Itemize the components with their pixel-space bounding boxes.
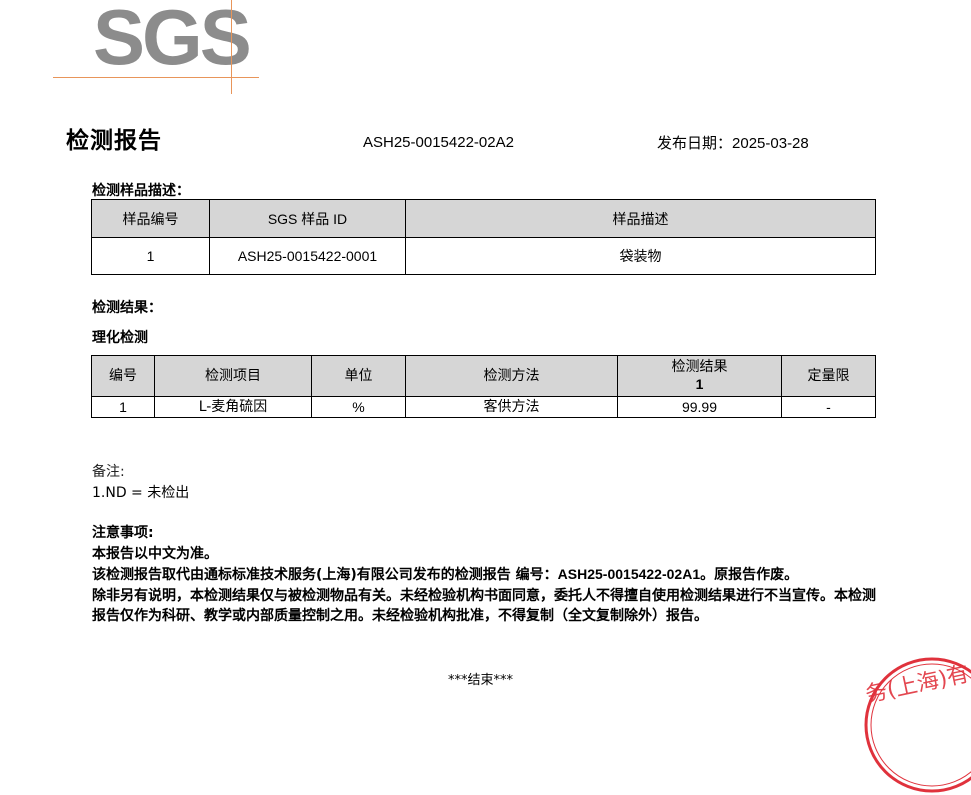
table-cell: 1 <box>91 237 210 275</box>
result-sample-index: 1 <box>695 375 704 392</box>
attention-line2-prefix: 该检测报告取代由通标标准技术服务(上海)有限公司发布的检测报告 编号： <box>92 567 558 583</box>
table-cell: 1 <box>91 396 155 418</box>
sample-section-label: 检测样品描述： <box>92 183 190 199</box>
logo-vertical-line <box>231 0 232 94</box>
sample-table: 样品编号 SGS 样品 ID 样品描述 1 ASH25-0015422-0001… <box>91 199 876 275</box>
results-table-header: 编号 检测项目 单位 检测方法 检测结果 1 定量限 <box>91 355 876 397</box>
logo-horizontal-line <box>53 77 259 78</box>
results-sub-label: 理化检测 <box>92 330 148 346</box>
column-header-result: 检测结果 1 <box>617 355 782 397</box>
report-title: 检测报告 <box>66 128 162 154</box>
results-table: 编号 检测项目 单位 检测方法 检测结果 1 定量限 1 L-麦角硫因 % 客供方… <box>91 355 876 418</box>
column-header: 编号 <box>91 355 155 397</box>
sample-table-header: 样品编号 SGS 样品 ID 样品描述 <box>91 199 876 238</box>
attention-section: 注意事项: 本报告以中文为准。 该检测报告取代由通标标准技术服务(上海)有限公司… <box>92 523 882 627</box>
publish-date: 发布日期：2025-03-28 <box>657 132 809 153</box>
table-row: 1 ASH25-0015422-0001 袋装物 <box>91 237 876 275</box>
column-header: 单位 <box>311 355 406 397</box>
end-marker: ***结束*** <box>448 673 514 688</box>
column-header: 定量限 <box>781 355 876 397</box>
notes-heading: 备注: <box>92 464 125 480</box>
table-cell: 客供方法 <box>405 396 618 418</box>
result-header-label: 检测结果 <box>671 358 728 375</box>
replaced-report-number: ASH25-0015422-02A1 <box>557 566 701 582</box>
column-header: 样品描述 <box>405 199 876 238</box>
results-section-label: 检测结果： <box>92 300 162 316</box>
table-row: 1 L-麦角硫因 % 客供方法 99.99 - <box>91 396 876 418</box>
logo-text: SGS <box>93 0 252 81</box>
table-cell: ASH25-0015422-0001 <box>209 237 406 275</box>
column-header: SGS 样品 ID <box>209 199 406 238</box>
column-header: 检测方法 <box>405 355 618 397</box>
company-seal-stamp: 务(上海)有 <box>863 657 971 793</box>
attention-line: 除非另有说明，本检测结果仅与被检测物品有关。未经检验机构书面同意，委托人不得擅自… <box>92 587 876 625</box>
report-number: ASH25-0015422-02A2 <box>363 134 514 151</box>
attention-heading: 注意事项: <box>92 525 154 541</box>
attention-line2-suffix: 。原报告作废。 <box>700 567 799 583</box>
table-cell: 99.99 <box>617 396 782 418</box>
column-header: 检测项目 <box>154 355 312 397</box>
table-cell: L-麦角硫因 <box>154 396 312 418</box>
column-header: 样品编号 <box>91 199 210 238</box>
table-cell: 袋装物 <box>405 237 876 275</box>
table-cell: % <box>311 396 406 418</box>
publish-date-label: 发布日期： <box>657 134 733 152</box>
attention-line: 该检测报告取代由通标标准技术服务(上海)有限公司发布的检测报告 编号：ASH25… <box>92 564 882 586</box>
sgs-logo: SGS <box>0 0 280 100</box>
notes-item: 1.ND = 未检出 <box>92 485 190 501</box>
table-cell: - <box>781 396 876 418</box>
publish-date-value: 2025-03-28 <box>732 135 809 152</box>
attention-line: 本报告以中文为准。 <box>92 545 218 562</box>
svg-text:务(上海)有: 务(上海)有 <box>863 662 971 708</box>
